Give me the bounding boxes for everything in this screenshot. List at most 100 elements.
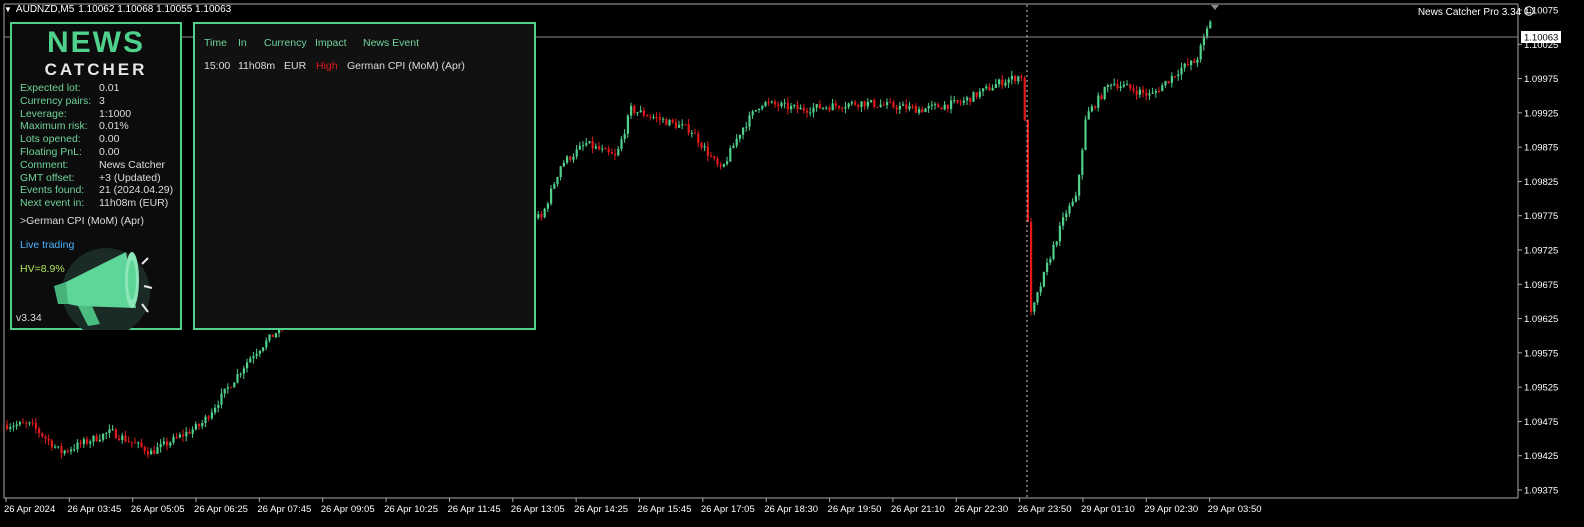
candle-body [569,156,572,160]
news-catcher-info-panel[interactable]: NEWS CATCHER Expected lot: 0.01 Currency … [10,22,182,330]
candle-body [82,439,85,445]
time-label: 26 Apr 22:30 [954,504,1008,515]
time-label: 26 Apr 23:50 [1018,504,1072,515]
candle-body [927,105,930,109]
candle-body [639,110,642,113]
candle-body [876,106,879,108]
candle-body [834,103,837,106]
candle-body [1055,241,1058,245]
candle-body [882,104,885,106]
candle-body [210,412,213,419]
candle-body [1103,87,1106,99]
stat-row: Next event in: 11h08m (EUR) [20,197,173,210]
candle-body [537,214,540,219]
candle-body [166,441,169,446]
candle-body [914,106,917,113]
candle-body [1081,149,1084,175]
candle-body [566,156,569,163]
candle-body [217,404,220,408]
price-label: 1.09575 [1524,348,1558,359]
candle-body [706,146,709,156]
stat-key: Leverage: [20,107,67,120]
candle-body [703,146,706,148]
col-news-event: News Event [363,37,420,49]
candle-body [623,133,626,140]
candle-body [754,109,757,112]
candle-body [860,101,863,107]
candle-body [1042,271,1045,287]
candle-body [1110,84,1113,86]
stat-value: 11h08m (EUR) [99,197,169,210]
megaphone-icon [54,248,153,330]
candle-body [786,102,789,110]
candle-body [246,362,249,369]
stat-key: Currency pairs: [20,94,92,107]
candle-body [630,105,633,116]
price-label: 1.09825 [1524,177,1558,188]
candle-body [777,104,780,107]
candle-body [975,92,978,97]
candle-body [1116,83,1119,88]
candle-body [1033,302,1036,312]
candle-body [50,440,53,448]
logo-news-text: NEWS [47,26,145,59]
candle-body [12,426,15,428]
candle-body [1113,83,1116,85]
price-label: 1.09975 [1524,74,1558,85]
candle-body [681,124,684,126]
price-label: 1.09625 [1524,314,1558,325]
candle-body [921,109,924,113]
candle-body [262,347,265,351]
stat-key: Lots opened: [20,133,81,146]
col-time: Time [204,37,227,49]
price-label: 1.09775 [1524,211,1558,222]
candle-body [226,387,229,389]
candle-body [610,152,613,154]
candle-body [604,148,607,150]
candle-body [540,214,543,218]
time-label: 29 Apr 03:50 [1208,504,1262,515]
smiley-face-icon[interactable] [1524,6,1534,16]
candle-body [1132,88,1135,91]
candle-body [889,102,892,104]
candle-body [658,117,661,120]
price-label: 1.09425 [1524,451,1558,462]
candle-body [223,388,226,394]
candle-body [89,441,92,444]
candle-body [962,100,965,103]
candle-body [847,103,850,107]
candle-body [652,117,655,119]
time-label: 26 Apr 15:45 [638,504,692,515]
chart-menu-triangle-icon[interactable]: ▼ [4,5,12,14]
symbol-label[interactable]: AUDNZD,M5 [16,4,74,15]
indicator-name: News Catcher Pro 3.34 [1417,7,1522,18]
candle-body [895,107,898,110]
candle-body [1161,85,1164,92]
price-label: 1.09525 [1524,383,1558,394]
candle-body [665,119,668,126]
candle-body [969,97,972,102]
news-events-panel[interactable]: Time In Currency Impact News Event 15:00… [193,22,536,330]
candle-body [1084,119,1087,150]
candle-body [818,104,821,109]
candle-body [38,428,41,434]
candle-body [956,100,959,103]
candle-body [28,422,31,424]
stat-row: Comment: News Catcher [20,159,173,172]
candle-body [594,146,597,149]
candle-body [908,106,911,110]
candle-body [844,106,847,109]
candle-body [783,102,786,104]
candle-body [994,84,997,89]
candle-body [159,443,162,448]
price-label: 1.09925 [1524,108,1558,119]
candle-body [188,431,191,434]
candle-body [34,422,37,429]
candle-body [98,439,101,442]
candle-body [140,442,143,447]
candle-body [902,104,905,106]
stat-value: 1:1000 [99,107,132,120]
current-price-label: 1.10063 [1524,33,1558,44]
candle-body [751,111,754,116]
candle-body [713,156,716,159]
